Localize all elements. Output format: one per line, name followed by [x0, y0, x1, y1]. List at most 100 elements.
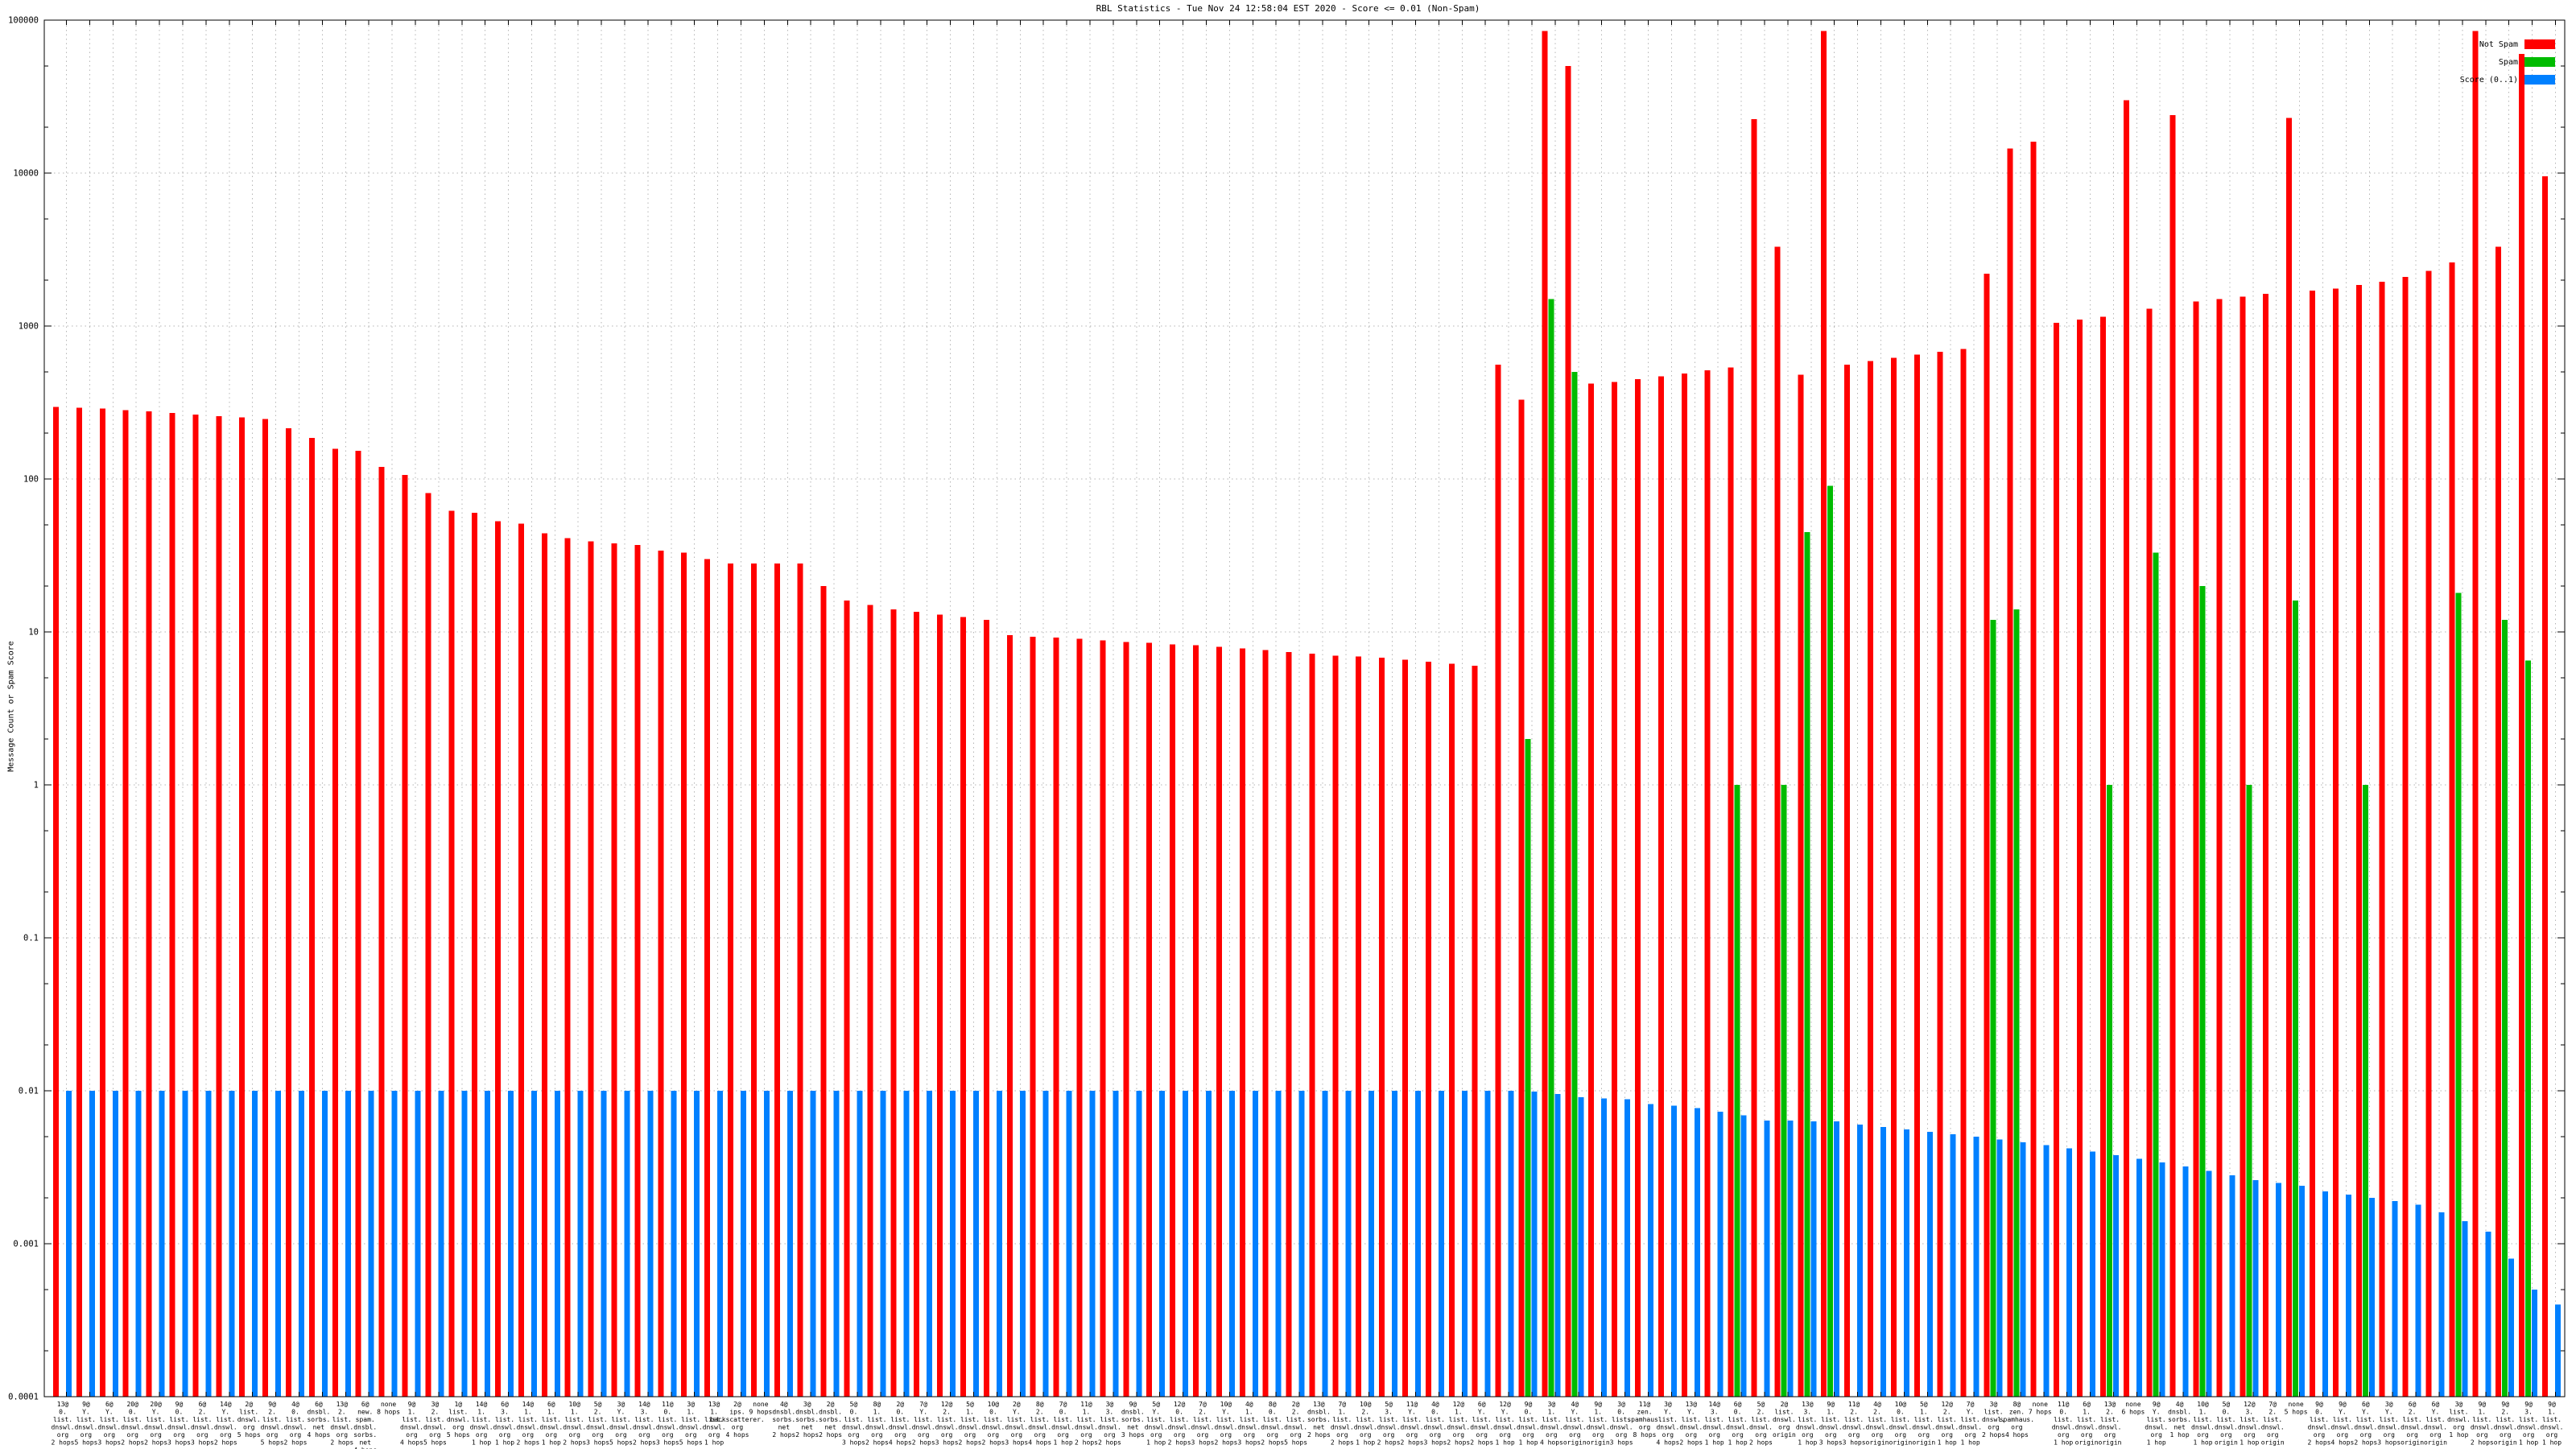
x-category-label: org — [1244, 1431, 1256, 1439]
x-category-label: org — [1732, 1431, 1744, 1439]
x-category-label: list. — [984, 1416, 1003, 1423]
bar-score — [2252, 1180, 2259, 1397]
x-category-label: 14@ — [220, 1401, 232, 1408]
x-category-label: 1 hop — [495, 1439, 514, 1447]
x-category-label: 3. — [2524, 1409, 2533, 1416]
x-category-label: list. — [844, 1416, 863, 1423]
bar-not-spam — [1146, 642, 1153, 1397]
x-category-label: list. — [1170, 1416, 1189, 1423]
x-category-label: list. — [2519, 1416, 2538, 1423]
bar-not-spam — [1123, 642, 1129, 1397]
x-category-label: 8@ — [1269, 1401, 1277, 1408]
bar-score — [345, 1091, 351, 1397]
x-category-label: dnswl. — [1145, 1424, 1168, 1431]
x-category-label: 2. — [1292, 1409, 1300, 1416]
x-category-label: 1 hop — [2519, 1439, 2538, 1447]
x-category-label: org — [2546, 1431, 2558, 1439]
x-category-label: dnswl. — [2308, 1424, 2331, 1431]
x-category-label: org — [2197, 1431, 2209, 1439]
x-category-label: 2 hops — [2471, 1439, 2494, 1447]
bar-score — [810, 1091, 816, 1397]
x-category-label: list. — [100, 1416, 119, 1423]
x-category-label: list. — [147, 1416, 166, 1423]
bar-score — [2415, 1204, 2421, 1397]
x-category-label: 4 hops — [889, 1439, 912, 1447]
x-category-label: 14@ — [476, 1401, 488, 1408]
bar-not-spam — [2519, 54, 2525, 1397]
bar-score — [1857, 1125, 1864, 1397]
x-category-label: list. — [658, 1416, 677, 1423]
x-category-label: org — [406, 1431, 418, 1439]
x-category-label: 2. — [2268, 1409, 2277, 1416]
bar-score — [2159, 1162, 2165, 1397]
x-category-label: dnswl. — [1703, 1424, 1726, 1431]
x-category-label: 3 hops — [1237, 1439, 1261, 1447]
bar-not-spam — [2054, 323, 2060, 1397]
x-category-label: list. — [1356, 1416, 1375, 1423]
bar-score — [2485, 1232, 2491, 1397]
x-category-label: dnswl. — [1377, 1424, 1401, 1431]
x-category-label: dnsbl. — [307, 1409, 330, 1416]
bar-score — [2066, 1148, 2073, 1397]
x-category-label: list. — [1286, 1416, 1306, 1423]
bar-score — [485, 1091, 491, 1397]
bar-not-spam — [2425, 270, 2432, 1397]
bar-score — [1903, 1129, 1909, 1397]
x-category-label: list. — [588, 1416, 608, 1423]
x-category-label: dnswl. — [2238, 1424, 2261, 1431]
x-category-label: Y. — [1687, 1409, 1695, 1416]
bar-not-spam — [890, 609, 897, 1397]
x-category-label: 5@ — [966, 1401, 974, 1408]
x-category-label: org — [2523, 1431, 2535, 1439]
bar-not-spam — [1868, 361, 1873, 1397]
x-category-label: dnswl. — [1656, 1424, 1679, 1431]
x-category-label: org — [546, 1431, 558, 1439]
x-category-label: dnswl. — [1935, 1424, 1959, 1431]
x-category-label: 1. — [1338, 1409, 1346, 1416]
x-category-label: 3 hops — [1191, 1439, 1215, 1447]
x-category-label: org — [1522, 1431, 1534, 1439]
x-category-label: list. — [1426, 1416, 1445, 1423]
x-category-label: none — [381, 1401, 396, 1408]
x-category-label: 3@ — [803, 1401, 811, 1408]
x-category-label: 7@ — [1967, 1401, 1975, 1408]
bar-not-spam — [2355, 285, 2362, 1397]
x-category-label: net — [824, 1424, 836, 1431]
x-category-label: org — [2360, 1431, 2372, 1439]
x-category-label: dnswl. — [889, 1424, 912, 1431]
x-category-label: 1 hop — [2054, 1439, 2073, 1447]
x-category-label: 8@ — [1036, 1401, 1044, 1408]
x-category-label: org — [1360, 1431, 1372, 1439]
x-category-label: 4@ — [1873, 1401, 1881, 1408]
bar-not-spam — [937, 614, 943, 1397]
bar-not-spam — [2123, 100, 2129, 1397]
bar-not-spam — [2496, 246, 2502, 1397]
x-category-label: org — [1616, 1431, 1628, 1439]
x-category-label: org — [894, 1431, 906, 1439]
bar-score — [135, 1091, 142, 1397]
x-category-label: list. — [2193, 1416, 2212, 1423]
bar-not-spam — [76, 407, 82, 1397]
x-category-label: 2 hops — [795, 1431, 819, 1439]
x-category-label: 2 hops — [1307, 1431, 1331, 1439]
x-category-label: 2. — [1943, 1409, 1951, 1416]
x-category-label: 1 hop — [542, 1439, 561, 1447]
bar-score — [2020, 1142, 2026, 1397]
x-category-label: org — [1546, 1431, 1558, 1439]
x-category-label: dnswl. — [633, 1424, 656, 1431]
bar-not-spam — [1728, 367, 1734, 1397]
bar-not-spam — [983, 620, 989, 1397]
x-category-label: list. — [1938, 1416, 1957, 1423]
x-category-label: list. — [262, 1416, 282, 1423]
x-category-label: Y. — [2385, 1409, 2393, 1416]
bar-not-spam — [1030, 637, 1036, 1397]
x-category-label: list. — [1379, 1416, 1398, 1423]
x-category-label: 1. — [1245, 1409, 1253, 1416]
bar-spam — [2293, 601, 2299, 1397]
x-category-label: 2 hops — [1982, 1431, 2005, 1439]
x-category-label: 8 hops — [1633, 1431, 1657, 1439]
x-category-label: list. — [402, 1416, 421, 1423]
x-category-label: 2 hops — [1168, 1439, 1191, 1447]
x-category-label: 2 hops — [2308, 1439, 2331, 1447]
x-category-label: org — [1708, 1431, 1720, 1439]
